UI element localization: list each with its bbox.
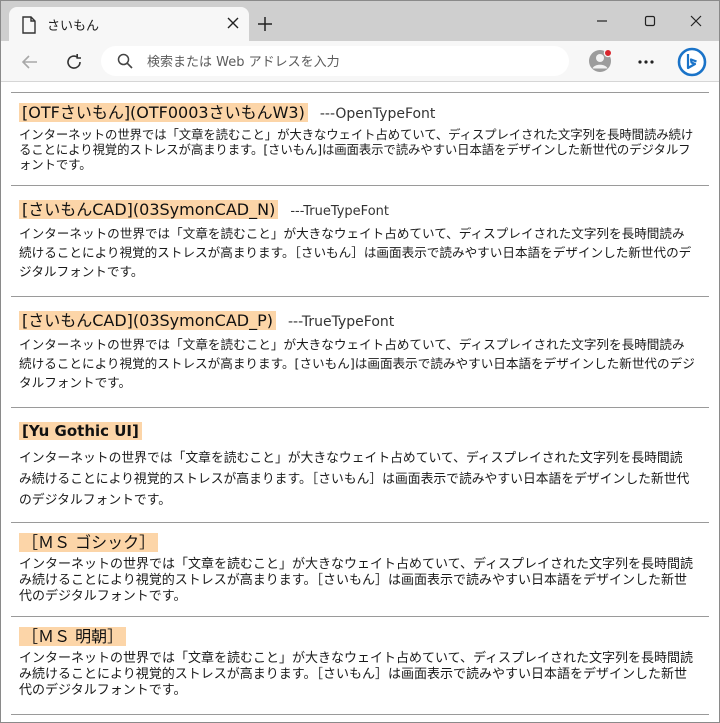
profile-avatar-icon[interactable] [587,48,613,74]
font-type: ---TrueTypeFont [288,314,395,330]
font-name: [OTFさいもん](OTF0003さいもんW3) [19,103,308,123]
font-sample-symoncad-p: [さいもんCAD](03SymonCAD_P) ---TrueTypeFont イ… [11,296,709,407]
bing-copilot-icon[interactable] [677,47,707,77]
minimize-icon[interactable] [579,7,625,35]
font-name: [さいもんCAD](03SymonCAD_P) [19,311,276,331]
font-sample-otf-saimon: [OTFさいもん](OTF0003さいもんW3) ---OpenTypeFont … [11,92,709,185]
font-heading: [さいもんCAD](03SymonCAD_P) ---TrueTypeFont [19,311,395,331]
font-sample-symoncad-n: [さいもんCAD](03SymonCAD_N) ---TrueTypeFont イ… [11,185,709,296]
font-sample-ms-mincho: ［ＭＳ 明朝］ インターネットの世界では「文章を読むこと」が大きなウェイト占めて… [11,616,709,713]
page-icon [22,16,36,34]
sample-text: インターネットの世界では「文章を読むこと」が大きなウェイト占めていて、ディスプレ… [19,127,694,172]
address-bar[interactable] [101,46,569,76]
sample-text: インターネットの世界では「文章を読むこと」が大きなウェイト占めていて、ディスプレ… [19,226,692,279]
browser-window: さいもん 検索または Web アドレスを入力 [OTFさいもん](OTF0003… [0,0,720,723]
tab-strip: さいもん [1,1,719,41]
close-tab-icon[interactable] [223,13,243,33]
font-name: ［ＭＳ 明朝］ [19,627,127,647]
sample-text: インターネットの世界では「文章を読むこと」が大きなウェイト占めていて、ディスプレ… [19,557,694,604]
sample-text: インターネットの世界では「文章を読むこと」が大きなウェイト占めていて、ディスプレ… [19,451,690,508]
font-name: ［ＭＳ ゴシック］ [19,533,159,553]
close-window-icon[interactable] [673,7,719,35]
font-heading: [Yu Gothic UI] [19,422,142,440]
font-heading: [OTFさいもん](OTF0003さいもんW3) ---OpenTypeFont [19,103,436,123]
reload-icon[interactable] [61,49,87,75]
font-heading: ［ＭＳ 明朝］ [19,627,127,647]
font-type: ---TrueTypeFont [290,204,389,219]
font-heading: [さいもんCAD](03SymonCAD_N) ---TrueTypeFont [19,200,389,220]
font-name: [さいもんCAD](03SymonCAD_N) [19,200,279,220]
browser-toolbar [1,41,719,82]
search-icon [117,53,133,69]
tab-saimon[interactable]: さいもん [9,7,249,41]
back-arrow-icon[interactable] [17,49,43,75]
divider [11,714,709,716]
font-sample-ms-gothic: ［ＭＳ ゴシック］ インターネットの世界では「文章を読むこと」が大きなウェイト占… [11,522,709,616]
new-tab-icon[interactable] [254,13,276,35]
more-options-icon[interactable] [633,49,659,75]
font-name: [Yu Gothic UI] [19,422,142,440]
address-input[interactable] [145,51,559,73]
sample-text: インターネットの世界では「文章を読むこと」が大きなウェイト占めていて、ディスプレ… [19,651,694,698]
font-heading: ［ＭＳ ゴシック］ [19,533,159,553]
sample-text: インターネットの世界では「文章を読むこと」が大きなウェイト占めていて、ディスプレ… [19,337,695,390]
font-type: ---OpenTypeFont [319,106,436,122]
maximize-icon[interactable] [627,7,673,35]
tab-title: さいもん [47,19,100,34]
font-sample-yu-gothic-ui: [Yu Gothic UI] インターネットの世界では「文章を読むこと」が大きな… [11,407,709,522]
page-content: [OTFさいもん](OTF0003さいもんW3) ---OpenTypeFont … [1,82,719,722]
